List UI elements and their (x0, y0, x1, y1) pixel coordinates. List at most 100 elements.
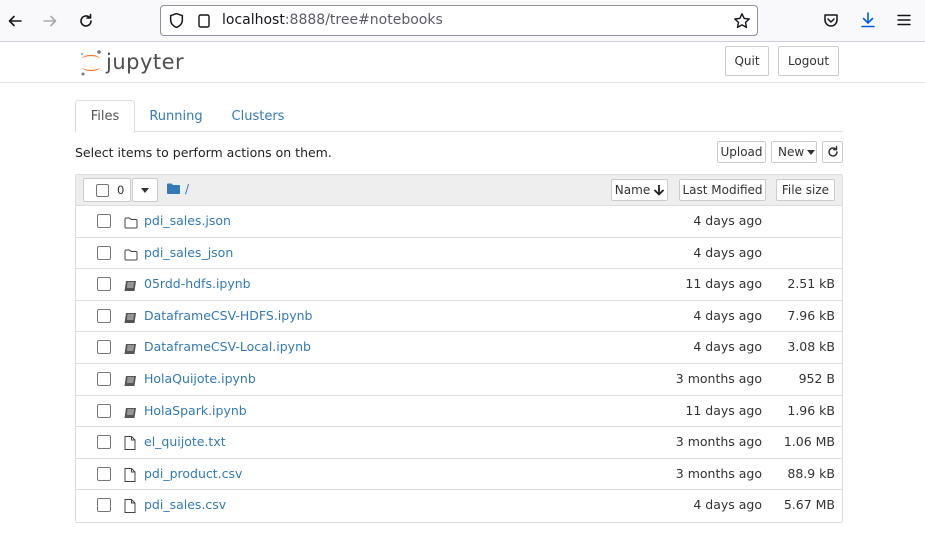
item-modified: 3 months ago (675, 465, 762, 481)
list-item[interactable]: pdi_sales.csv 4 days ago 5.67 MB (76, 490, 842, 522)
item-checkbox[interactable] (97, 403, 111, 418)
tab-clusters[interactable]: Clusters (223, 100, 293, 132)
arrow-down-icon (654, 184, 665, 195)
breadcrumb-root[interactable]: / (185, 182, 189, 196)
select-all-button[interactable]: 0 (83, 178, 131, 202)
list-item[interactable]: HolaSpark.ipynb 11 days ago 1.96 kB (76, 396, 842, 428)
tab-bar: Files Running Clusters (75, 100, 843, 133)
item-link[interactable]: el_quijote.txt (144, 434, 226, 449)
item-link[interactable]: HolaQuijote.ipynb (144, 371, 256, 386)
item-link[interactable]: HolaSpark.ipynb (144, 403, 247, 418)
item-checkbox[interactable] (97, 340, 111, 355)
notebook-icon (124, 404, 138, 418)
item-size: 952 B (798, 370, 835, 386)
tab-running[interactable]: Running (143, 100, 209, 132)
page-info-icon[interactable] (197, 14, 211, 28)
item-modified: 4 days ago (693, 339, 762, 355)
item-modified: 3 months ago (675, 434, 762, 450)
pocket-icon[interactable] (822, 12, 840, 30)
url-bar[interactable]: localhost:8888/tree#notebooks (160, 5, 758, 36)
browser-toolbar: localhost:8888/tree#notebooks (0, 0, 925, 42)
url-text[interactable]: localhost:8888/tree#notebooks (222, 12, 443, 28)
item-size: 1.06 MB (783, 434, 835, 450)
file-icon (124, 467, 138, 482)
refresh-button[interactable] (822, 141, 843, 163)
tab-files[interactable]: Files (75, 100, 135, 133)
sort-modified-button[interactable]: Last Modified (679, 179, 766, 201)
selected-count: 0 (117, 183, 125, 197)
item-checkbox[interactable] (97, 466, 111, 481)
sort-name-button[interactable]: Name (611, 179, 668, 201)
list-item[interactable]: DataframeCSV-Local.ipynb 4 days ago 3.08 k… (76, 332, 842, 364)
item-checkbox[interactable] (97, 277, 111, 292)
item-checkbox[interactable] (97, 245, 111, 260)
bookmark-star-icon[interactable] (733, 12, 751, 30)
item-link[interactable]: DataframeCSV-Local.ipynb (144, 339, 311, 354)
caret-down-icon (807, 149, 816, 155)
item-link[interactable]: pdi_product.csv (144, 466, 242, 481)
item-link[interactable]: 05rdd-hdfs.ipynb (144, 276, 251, 291)
jupyter-logo[interactable]: jupyter (79, 47, 189, 79)
notebook-icon (124, 372, 138, 386)
new-dropdown-button[interactable]: New (771, 141, 817, 163)
item-checkbox[interactable] (97, 214, 111, 228)
sort-name-label: Name (614, 183, 651, 197)
back-button[interactable] (3, 9, 27, 33)
url-path: :8888/tree#notebooks (284, 12, 443, 28)
forward-arrow-icon (43, 15, 57, 27)
item-link[interactable]: pdi_sales.json (144, 213, 231, 228)
folder-icon[interactable] (167, 183, 180, 194)
item-checkbox[interactable] (97, 435, 111, 450)
item-size: 2.51 kB (787, 276, 835, 292)
menu-icon[interactable] (896, 12, 912, 28)
select-dropdown-button[interactable] (132, 178, 158, 202)
back-arrow-icon (8, 15, 22, 27)
folder-icon (124, 214, 138, 229)
item-size: 88.9 kB (787, 465, 835, 481)
item-modified: 11 days ago (685, 276, 762, 292)
item-checkbox[interactable] (97, 371, 111, 386)
logo-text: jupyter (106, 50, 185, 74)
notebook-list: 0 / Name Last Modified File size pdi_sal… (75, 174, 843, 523)
folder-icon (124, 246, 138, 261)
sort-size-button[interactable]: File size (776, 179, 835, 201)
list-item[interactable]: pdi_sales_json 4 days ago (76, 238, 842, 270)
item-modified: 4 days ago (693, 244, 762, 260)
list-item[interactable]: 05rdd-hdfs.ipynb 11 days ago 2.51 kB (76, 269, 842, 301)
selection-hint: Select items to perform actions on them. (75, 145, 332, 160)
item-modified: 4 days ago (693, 307, 762, 323)
item-link[interactable]: pdi_sales.csv (144, 497, 226, 512)
item-checkbox[interactable] (97, 498, 111, 513)
logout-button[interactable]: Logout (778, 46, 839, 76)
list-item[interactable]: el_quijote.txt 3 months ago 1.06 MB (76, 427, 842, 459)
select-all-checkbox[interactable] (96, 184, 109, 197)
item-size: 5.67 MB (783, 497, 835, 513)
list-item[interactable]: pdi_sales.json 4 days ago (76, 206, 842, 238)
quit-button[interactable]: Quit (725, 46, 769, 76)
item-size: 7.96 kB (787, 307, 835, 323)
reload-button[interactable] (74, 9, 98, 33)
notebook-icon (124, 309, 138, 323)
jupyter-header: jupyter Quit Logout (0, 42, 925, 83)
item-modified: 4 days ago (693, 497, 762, 513)
item-size: 1.96 kB (787, 402, 835, 418)
download-icon[interactable] (859, 11, 877, 29)
reload-icon (80, 13, 92, 27)
list-item[interactable]: HolaQuijote.ipynb 3 months ago 952 B (76, 364, 842, 396)
file-icon (124, 435, 138, 451)
file-icon (124, 498, 138, 514)
list-item[interactable]: pdi_product.csv 3 months ago 88.9 kB (76, 459, 842, 491)
upload-button[interactable]: Upload (717, 141, 766, 163)
jupyter-logo-icon (81, 50, 101, 76)
item-checkbox[interactable] (97, 308, 111, 323)
shield-icon[interactable] (168, 12, 185, 29)
item-link[interactable]: pdi_sales_json (144, 245, 233, 260)
notebook-icon (124, 277, 138, 292)
item-modified: 3 months ago (675, 370, 762, 386)
item-modified: 4 days ago (693, 213, 762, 228)
forward-button[interactable] (38, 9, 62, 33)
refresh-icon (827, 146, 838, 157)
list-item[interactable]: DataframeCSV-HDFS.ipynb 4 days ago 7.96 kB (76, 301, 842, 333)
item-link[interactable]: DataframeCSV-HDFS.ipynb (144, 308, 312, 323)
item-size: 3.08 kB (787, 339, 835, 355)
